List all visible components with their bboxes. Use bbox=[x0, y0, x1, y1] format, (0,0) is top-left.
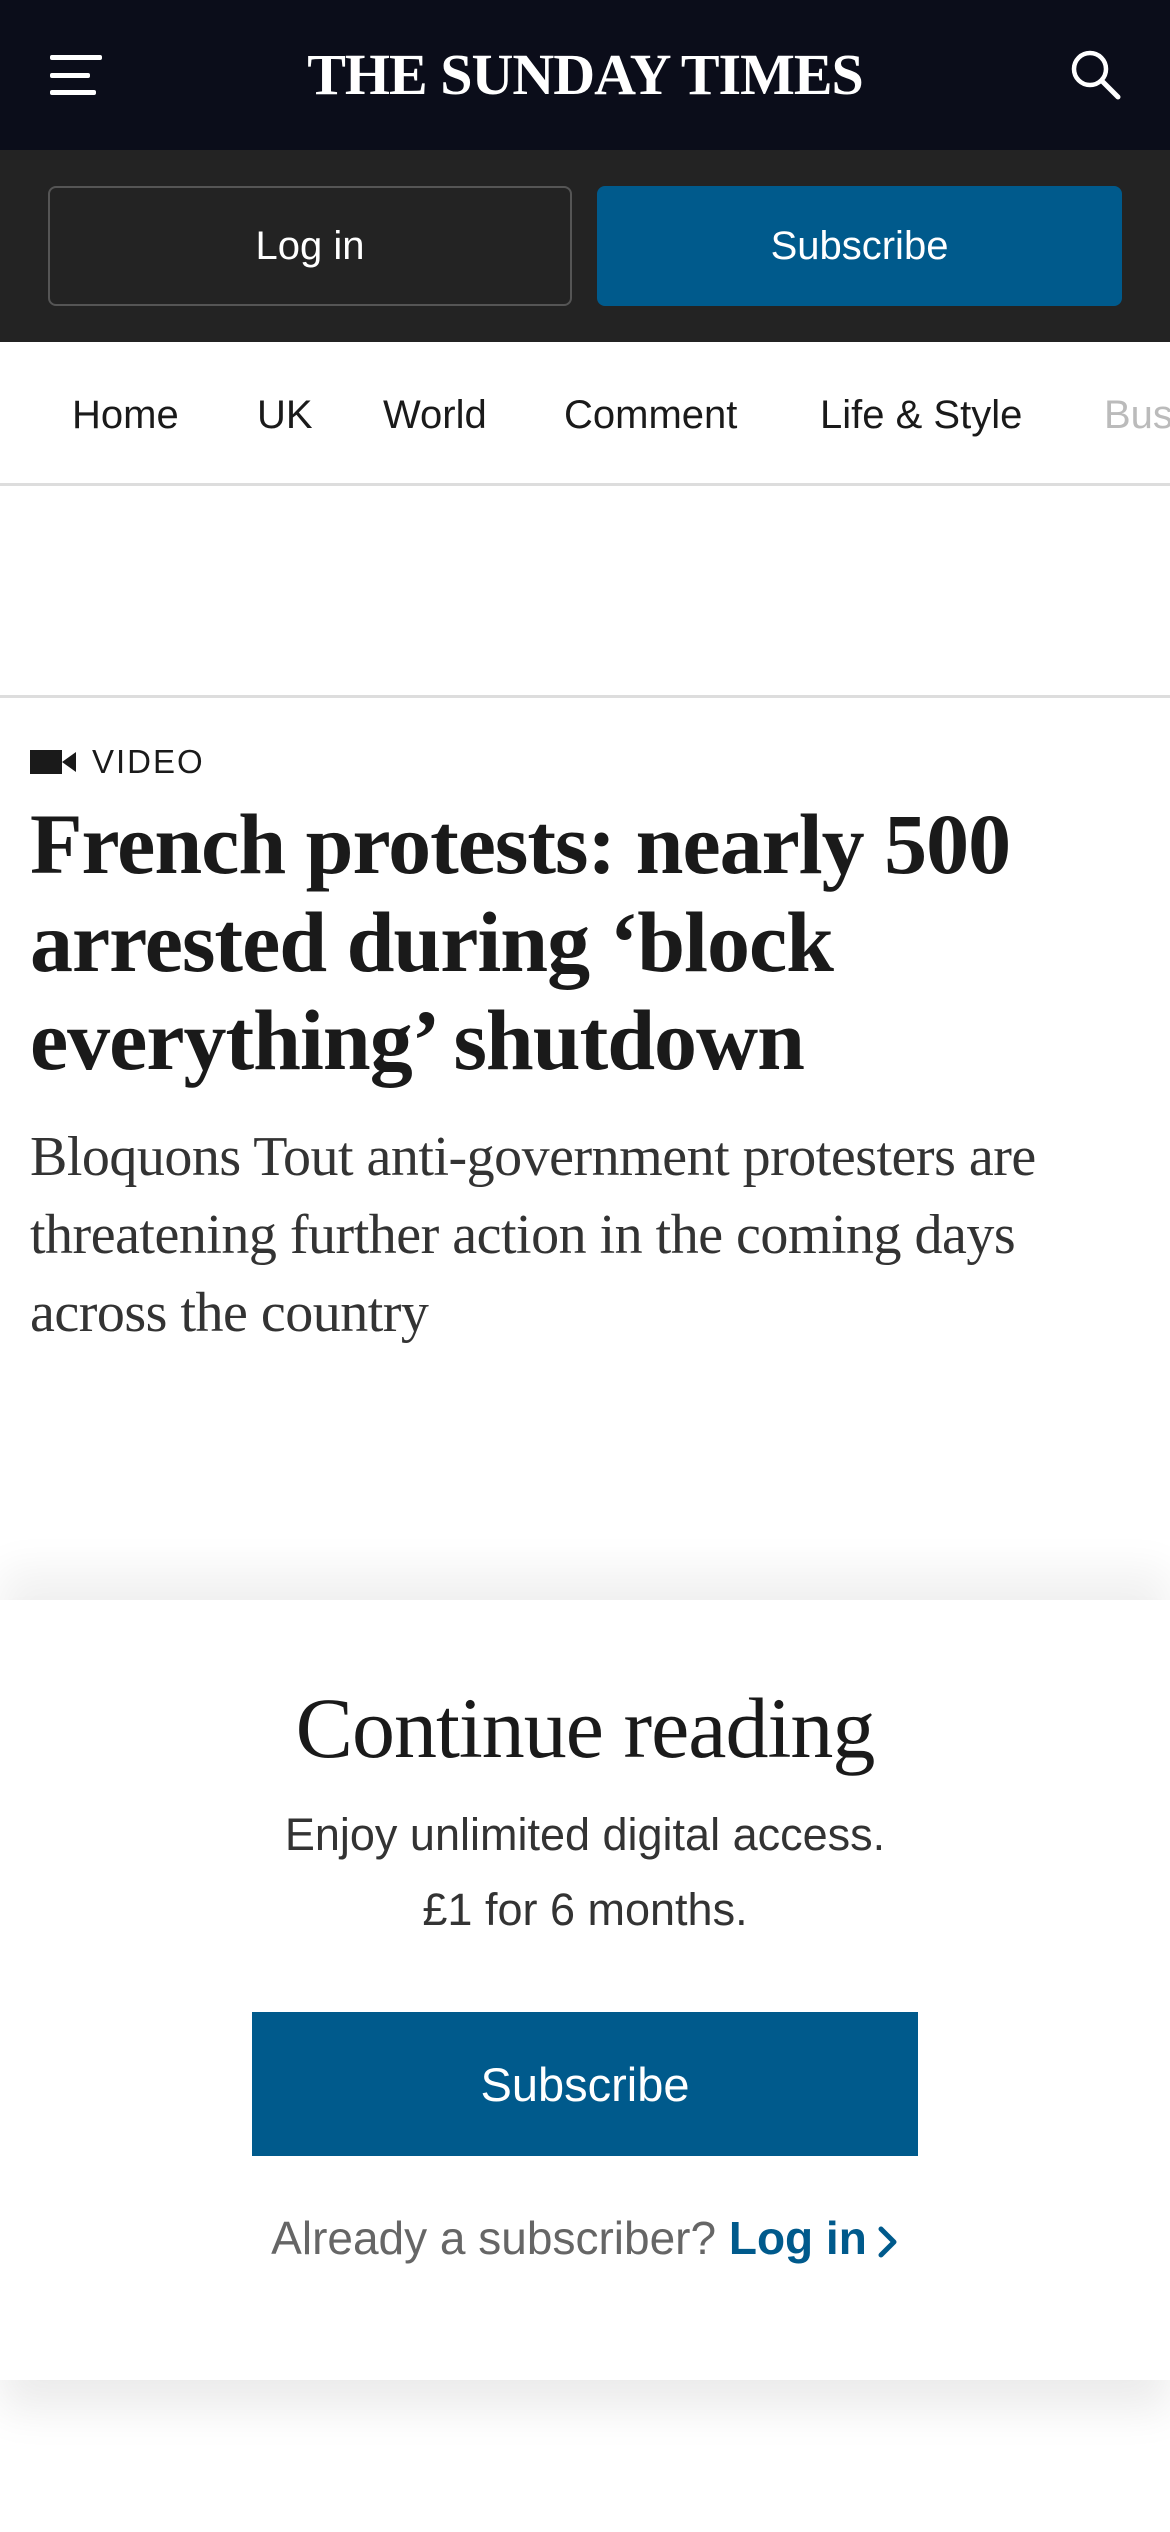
paywall-panel: Continue reading Enjoy unlimited digital… bbox=[0, 1600, 1170, 2380]
login-button[interactable]: Log in bbox=[48, 186, 572, 306]
nav-item-home[interactable]: Home bbox=[72, 390, 179, 440]
paywall-offer-line1: Enjoy unlimited digital access. bbox=[284, 1809, 886, 1860]
video-label-text: VIDEO bbox=[92, 743, 205, 780]
already-subscriber-text: Already a subscriber? bbox=[271, 2212, 717, 2264]
paywall-login-row: Already a subscriber? Log in bbox=[0, 2208, 1170, 2268]
chevron-right-icon bbox=[878, 2226, 897, 2258]
ad-placeholder bbox=[0, 486, 1170, 698]
paywall-offer-line2: £1 for 6 months. bbox=[422, 1884, 748, 1935]
subscribe-button[interactable]: Subscribe bbox=[597, 186, 1122, 306]
paywall-login-link[interactable]: Log in bbox=[729, 2212, 899, 2264]
nav-item-business[interactable]: Bus bbox=[1104, 390, 1170, 440]
video-camera-icon bbox=[30, 750, 76, 774]
paywall-title: Continue reading bbox=[295, 1680, 876, 1776]
article-standfirst: Bloquons Tout anti-government protesters… bbox=[30, 1126, 1036, 1344]
video-label: VIDEO bbox=[30, 742, 205, 782]
section-nav: Home UK World Comment Life & Style Bus bbox=[0, 342, 1170, 486]
masthead-logo[interactable]: THE SUNDAY TIMES bbox=[0, 40, 1170, 110]
auth-bar: Log in Subscribe bbox=[0, 150, 1170, 342]
search-icon[interactable] bbox=[1066, 45, 1126, 105]
top-header: THE SUNDAY TIMES bbox=[0, 0, 1170, 150]
paywall-subscribe-button[interactable]: Subscribe bbox=[252, 2012, 918, 2156]
nav-item-uk[interactable]: UK bbox=[257, 390, 313, 440]
paywall-login-label[interactable]: Log in bbox=[729, 2212, 867, 2264]
article-headline: French protests: nearly 500 arrested dur… bbox=[30, 796, 1011, 1088]
nav-item-life-style[interactable]: Life & Style bbox=[820, 390, 1022, 440]
nav-item-comment[interactable]: Comment bbox=[564, 390, 737, 440]
nav-item-world[interactable]: World bbox=[383, 390, 487, 440]
